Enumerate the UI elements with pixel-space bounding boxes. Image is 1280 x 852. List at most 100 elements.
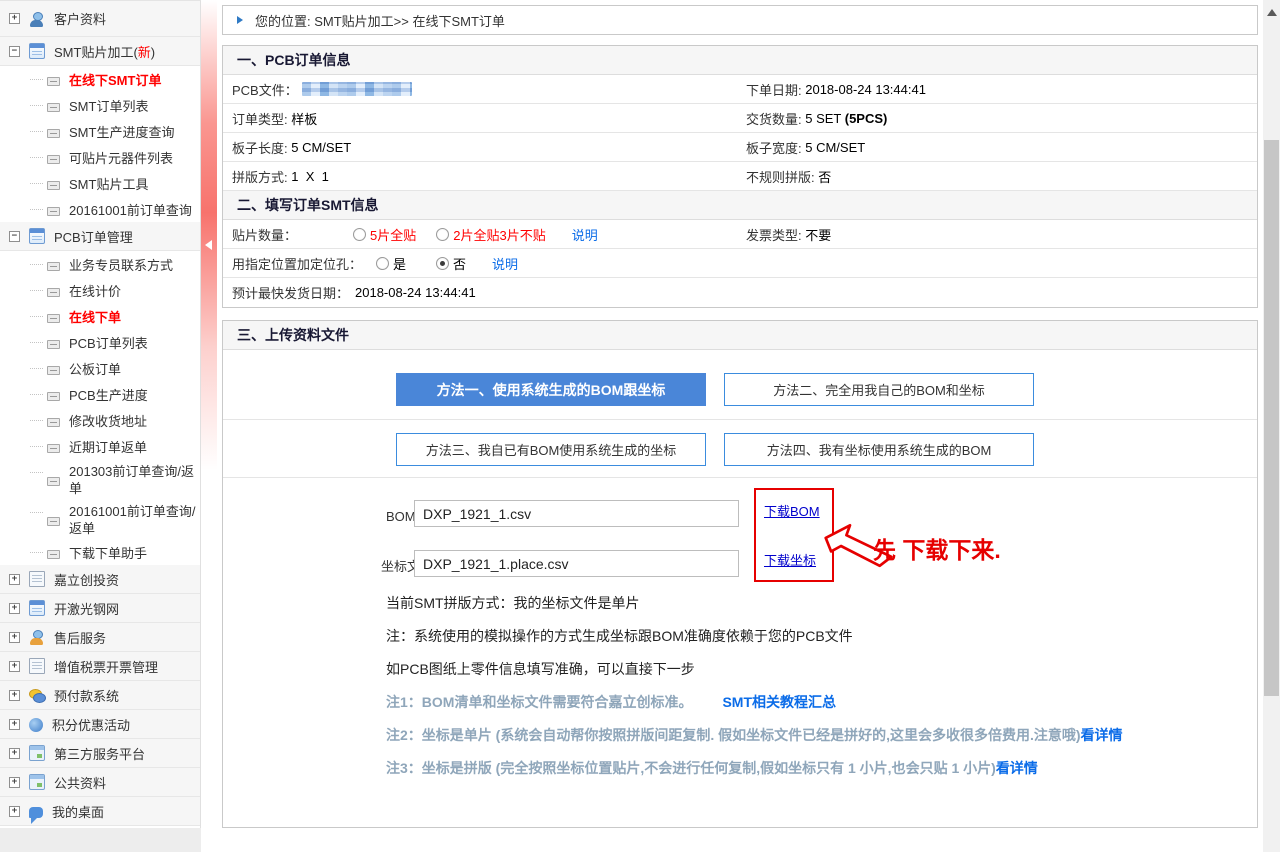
breadcrumb-text: 您的位置: SMT贴片加工>> 在线下SMT订单 [255, 11, 505, 30]
sidebar-group-third-party[interactable]: 第三方服务平台 [0, 739, 200, 768]
radio-hole-no[interactable] [436, 257, 449, 270]
sidebar-item-download-order-helper[interactable]: 下载下单助手 [0, 539, 200, 565]
list-item-icon [47, 340, 60, 349]
coord-file-input[interactable] [414, 550, 739, 577]
coins-icon [29, 687, 45, 703]
document-icon [29, 658, 45, 674]
method3-button[interactable]: 方法三、我自已有BOM使用系统生成的坐标 [396, 433, 706, 466]
sidebar-splitter-band [201, 0, 217, 560]
sidebar-item-smt-order-list[interactable]: SMT订单列表 [0, 92, 200, 118]
window-icon [29, 774, 45, 790]
sidebar-group-jlc-investment[interactable]: 嘉立创投资 [0, 565, 200, 594]
calendar-icon [29, 228, 45, 244]
sidebar-group-label: 第三方服务平台 [54, 744, 145, 763]
order-date-value: 2018-08-24 13:44:41 [805, 82, 926, 97]
vertical-scrollbar[interactable] [1263, 0, 1280, 852]
section-title-upload-files: 三、上传资料文件 [223, 321, 1257, 350]
order-type-label: 订单类型: [232, 109, 291, 128]
sidebar-item-smt-tools[interactable]: SMT贴片工具 [0, 170, 200, 196]
sidebar-item-online-quote[interactable]: 在线计价 [0, 277, 200, 303]
locating-hole-help-link[interactable]: 说明 [492, 254, 518, 273]
document-icon [29, 571, 45, 587]
radio-label-paste-all-5[interactable]: 5片全贴 [370, 225, 416, 244]
sidebar-group-after-sales[interactable]: 售后服务 [0, 623, 200, 652]
sidebar-group-label: SMT贴片加工(新) [54, 42, 155, 61]
sidebar-item-pre-20161001-orders[interactable]: 20161001前订单查询 [0, 196, 200, 222]
sidebar-group-pcb-order-mgmt[interactable]: PCB订单管理 [0, 222, 200, 251]
note-2-details-link[interactable]: 看详情 [1081, 727, 1123, 743]
balloon-icon [29, 718, 43, 732]
sidebar-group-label: 客户资料 [54, 9, 106, 28]
note-1: 注1：BOM清单和坐标文件需要符合嘉立创标准。SMT相关教程汇总 [386, 692, 1237, 725]
collapse-minus-icon[interactable] [9, 231, 20, 242]
bom-file-input[interactable] [414, 500, 739, 527]
order-info-box: 一、PCB订单信息 PCB文件： 下单日期: 2018-08-24 13:44:… [222, 45, 1258, 308]
radio-label-paste-2-of-5[interactable]: 2片全贴3片不贴 [453, 225, 545, 244]
breadcrumb: 您的位置: SMT贴片加工>> 在线下SMT订单 [222, 5, 1258, 35]
scrollbar-thumb[interactable] [1264, 140, 1279, 696]
info-row-pcbfile-date: PCB文件： 下单日期: 2018-08-24 13:44:41 [223, 75, 1257, 104]
radio-paste-all-5[interactable] [353, 228, 366, 241]
expand-plus-icon[interactable] [9, 719, 20, 730]
sidebar-group-points-promo[interactable]: 积分优惠活动 [0, 710, 200, 739]
smt-row-paste-qty: 贴片数量： 5片全贴 2片全贴3片不贴 说明 发票类型: 不要 [223, 220, 1257, 249]
scroll-up-arrow-icon[interactable] [1267, 4, 1277, 16]
radio-hole-yes[interactable] [376, 257, 389, 270]
sidebar-item-online-order[interactable]: 在线下单 [0, 303, 200, 329]
sidebar-item-recent-reorder[interactable]: 近期订单返单 [0, 433, 200, 459]
sidebar-item-component-list[interactable]: 可贴片元器件列表 [0, 144, 200, 170]
expand-plus-icon[interactable] [9, 806, 20, 817]
expand-plus-icon[interactable] [9, 748, 20, 759]
download-links-highlight-box: 下载BOM 下载坐标 [754, 488, 834, 582]
note-3-details-link[interactable]: 看详情 [996, 760, 1038, 776]
method1-button[interactable]: 方法一、使用系统生成的BOM跟坐标 [396, 373, 706, 406]
expand-plus-icon[interactable] [9, 632, 20, 643]
download-coord-link[interactable]: 下载坐标 [764, 550, 824, 569]
sidebar-item-specialist-contact[interactable]: 业务专员联系方式 [0, 251, 200, 277]
list-item-icon [47, 418, 60, 427]
radio-label-hole-no[interactable]: 否 [453, 254, 466, 273]
locating-hole-label: 用指定位置加定位孔： [232, 254, 362, 273]
paste-qty-help-link[interactable]: 说明 [572, 225, 598, 244]
qty-label: 交货数量: [746, 109, 805, 128]
sidebar-item-pre-20161001-reorder[interactable]: 20161001前订单查询/返单 [0, 499, 200, 539]
expand-plus-icon[interactable] [9, 661, 20, 672]
method2-button[interactable]: 方法二、完全用我自己的BOM和坐标 [724, 373, 1034, 406]
radio-paste-2-of-5[interactable] [436, 228, 449, 241]
note-3-text: 注3：坐标是拼版 (完全按照坐标位置贴片,不会进行任何复制,假如坐标只有 1 小… [386, 760, 996, 776]
collapse-sidebar-arrow-icon[interactable] [205, 240, 212, 250]
expand-plus-icon[interactable] [9, 603, 20, 614]
info-row-length-width: 板子长度: 5 CM/SET 板子宽度: 5 CM/SET [223, 133, 1257, 162]
sidebar-group-smt-processing[interactable]: SMT贴片加工(新) [0, 37, 200, 66]
sidebar-item-pcb-progress[interactable]: PCB生产进度 [0, 381, 200, 407]
list-item-icon [47, 550, 60, 559]
download-bom-link[interactable]: 下载BOM [764, 501, 824, 520]
expand-plus-icon[interactable] [9, 777, 20, 788]
smt-tutorials-link[interactable]: SMT相关教程汇总 [722, 694, 836, 710]
info-row-type-qty: 订单类型: 样板 交货数量: 5 SET (5PCS) [223, 104, 1257, 133]
sidebar-item-smt-progress[interactable]: SMT生产进度查询 [0, 118, 200, 144]
sidebar-group-vat-invoice[interactable]: 增值税票开票管理 [0, 652, 200, 681]
board-length-label: 板子长度: [232, 138, 291, 157]
method4-button[interactable]: 方法四、我有坐标使用系统生成的BOM [724, 433, 1034, 466]
radio-label-hole-yes[interactable]: 是 [393, 254, 406, 273]
sidebar-group-my-desktop[interactable]: 我的桌面 [0, 797, 200, 826]
expand-plus-icon[interactable] [9, 690, 20, 701]
expand-plus-icon[interactable] [9, 13, 20, 24]
sidebar-item-change-address[interactable]: 修改收货地址 [0, 407, 200, 433]
board-width-value: 5 CM/SET [805, 140, 865, 155]
sidebar-group-customer-data[interactable]: 客户资料 [0, 1, 200, 37]
sidebar-group-public-resources[interactable]: 公共资料 [0, 768, 200, 797]
sidebar-item-online-smt-order[interactable]: 在线下SMT订单 [0, 66, 200, 92]
panel-mode-label: 拼版方式: [232, 167, 291, 186]
note-2: 注2：坐标是单片 (系统会自动帮你按照拼版间距复制. 假如坐标文件已经是拼好的,… [386, 725, 1237, 758]
person-icon [29, 11, 45, 27]
sidebar-group-prepayment[interactable]: 预付款系统 [0, 681, 200, 710]
sidebar-group-laser-stencil[interactable]: 开激光钢网 [0, 594, 200, 623]
sidebar-item-pcb-order-list[interactable]: PCB订单列表 [0, 329, 200, 355]
invoice-type-value: 不要 [805, 225, 831, 244]
expand-plus-icon[interactable] [9, 574, 20, 585]
sidebar-item-pre-201303-orders[interactable]: 201303前订单查询/返单 [0, 459, 200, 499]
collapse-minus-icon[interactable] [9, 46, 20, 57]
sidebar-item-public-board-order[interactable]: 公板订单 [0, 355, 200, 381]
